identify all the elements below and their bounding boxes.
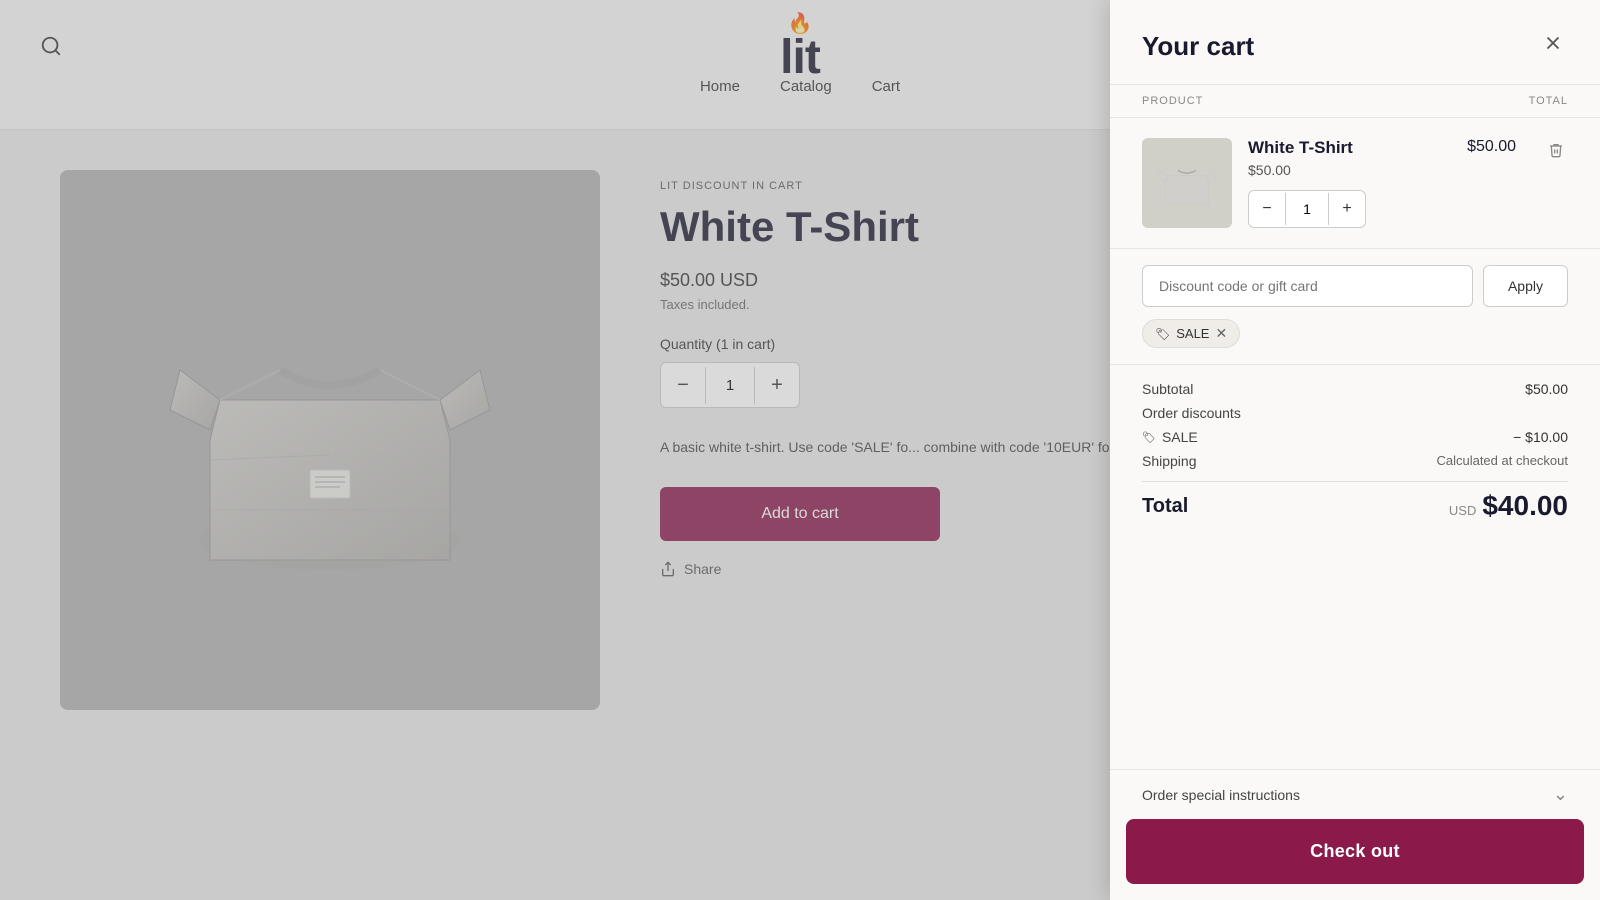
cart-item-name: White T-Shirt bbox=[1248, 138, 1451, 158]
product-column-header: PRODUCT bbox=[1142, 95, 1203, 107]
delete-item-button[interactable] bbox=[1544, 138, 1568, 167]
discount-name: SALE bbox=[1162, 429, 1198, 445]
quantity-value: 1 bbox=[705, 367, 755, 404]
cart-item-total: $50.00 bbox=[1467, 138, 1516, 156]
discount-detail-row: 🏷 SALE − $10.00 bbox=[1142, 429, 1568, 445]
total-amount-wrap: USD $40.00 bbox=[1449, 490, 1568, 522]
tag-icon: 🏷 bbox=[1155, 327, 1170, 341]
nav-cart[interactable]: Cart bbox=[872, 78, 900, 95]
discount-section: Apply 🏷 SALE ✕ bbox=[1110, 249, 1600, 365]
apply-discount-button[interactable]: Apply bbox=[1483, 265, 1568, 307]
chevron-down-icon: ⌄ bbox=[1553, 784, 1568, 805]
subtotal-value: $50.00 bbox=[1525, 381, 1568, 397]
total-currency: USD bbox=[1449, 503, 1476, 518]
total-amount: $40.00 bbox=[1482, 490, 1568, 522]
special-instructions-label: Order special instructions bbox=[1142, 787, 1300, 803]
main-content: LIT DISCOUNT IN CART White T-Shirt $50.0… bbox=[0, 130, 1250, 900]
shipping-value: Calculated at checkout bbox=[1436, 453, 1568, 469]
shipping-row: Shipping Calculated at checkout bbox=[1142, 453, 1568, 469]
order-discounts-label: Order discounts bbox=[1142, 405, 1241, 421]
cart-sidebar: Your cart PRODUCT TOTAL White T-Sh bbox=[1110, 0, 1600, 900]
cart-items: White T-Shirt $50.00 − 1 + $50.00 bbox=[1110, 118, 1600, 249]
logo-text: lit bbox=[780, 34, 820, 82]
increase-quantity-button[interactable]: + bbox=[755, 363, 799, 407]
cart-quantity-value: 1 bbox=[1285, 193, 1329, 225]
checkout-button[interactable]: Check out bbox=[1126, 819, 1584, 884]
share-button[interactable]: Share bbox=[660, 561, 721, 577]
remove-discount-button[interactable]: ✕ bbox=[1215, 325, 1227, 342]
cart-increase-button[interactable]: + bbox=[1329, 191, 1365, 227]
cart-item-info: White T-Shirt $50.00 − 1 + bbox=[1248, 138, 1451, 228]
cart-quantity-control: − 1 + bbox=[1248, 190, 1366, 228]
subtotal-label: Subtotal bbox=[1142, 381, 1193, 397]
close-cart-button[interactable] bbox=[1538, 28, 1568, 64]
cart-columns: PRODUCT TOTAL bbox=[1110, 85, 1600, 118]
decrease-quantity-button[interactable]: − bbox=[661, 363, 705, 407]
cart-item-image bbox=[1142, 138, 1232, 228]
cart-header: Your cart bbox=[1110, 0, 1600, 85]
discount-tag: 🏷 SALE ✕ bbox=[1142, 319, 1240, 348]
cart-title: Your cart bbox=[1142, 31, 1254, 62]
cart-decrease-button[interactable]: − bbox=[1249, 191, 1285, 227]
order-discounts-label-row: Order discounts bbox=[1142, 405, 1568, 421]
total-column-header: TOTAL bbox=[1529, 95, 1568, 107]
subtotal-row: Subtotal $50.00 bbox=[1142, 381, 1568, 397]
discount-code-label: SALE bbox=[1176, 326, 1209, 341]
share-label: Share bbox=[684, 561, 721, 577]
discount-code-input[interactable] bbox=[1142, 265, 1473, 307]
search-icon[interactable] bbox=[40, 35, 62, 62]
add-to-cart-button[interactable]: Add to cart bbox=[660, 487, 940, 541]
quantity-control: − 1 + bbox=[660, 362, 800, 408]
discount-input-row: Apply bbox=[1142, 265, 1568, 307]
discount-tag-icon-small: 🏷 bbox=[1142, 431, 1156, 444]
nav-home[interactable]: Home bbox=[700, 78, 740, 95]
cart-totals: Subtotal $50.00 Order discounts 🏷 SALE −… bbox=[1110, 365, 1600, 769]
discount-name-wrap: 🏷 SALE bbox=[1142, 429, 1198, 445]
total-row: Total USD $40.00 bbox=[1142, 481, 1568, 522]
cart-item: White T-Shirt $50.00 − 1 + $50.00 bbox=[1142, 138, 1568, 228]
total-label: Total bbox=[1142, 495, 1188, 518]
product-image bbox=[60, 170, 600, 710]
special-instructions-row[interactable]: Order special instructions ⌄ bbox=[1110, 769, 1600, 819]
discount-value: − $10.00 bbox=[1513, 429, 1568, 445]
cart-item-price: $50.00 bbox=[1248, 162, 1451, 178]
shipping-label: Shipping bbox=[1142, 453, 1197, 469]
site-logo: 🔥 lit bbox=[780, 14, 820, 82]
